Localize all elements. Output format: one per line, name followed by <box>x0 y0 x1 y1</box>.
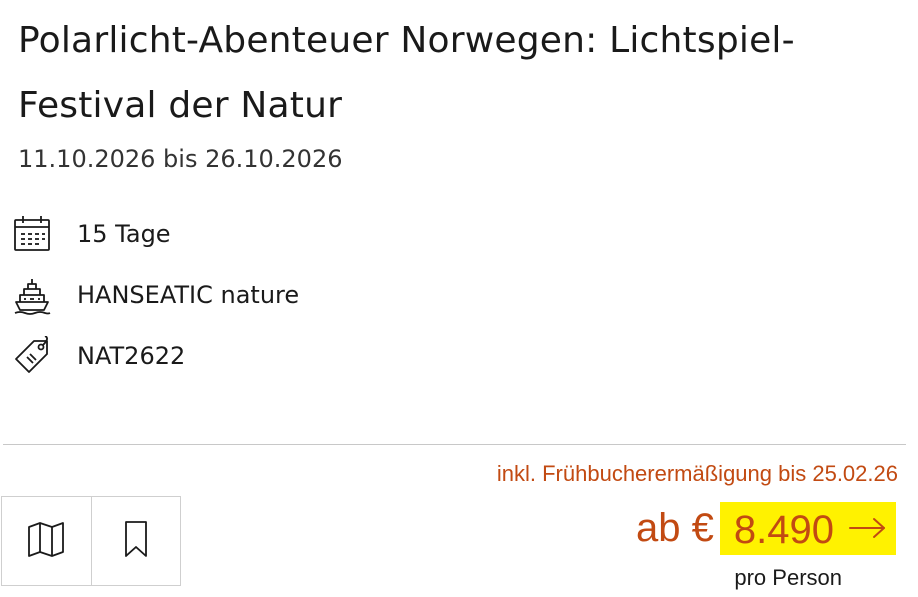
trip-title: Polarlicht-Abenteuer Norwegen: Lichtspie… <box>18 20 795 126</box>
arrow-right-icon <box>848 516 888 544</box>
bookmark-button[interactable] <box>90 497 180 585</box>
trip-code-label: NAT2622 <box>77 342 186 370</box>
bookmark-icon <box>121 519 151 563</box>
duration-label: 15 Tage <box>77 220 171 248</box>
trip-code-row: NAT2622 <box>10 334 185 378</box>
trip-dates: 11.10.2026 bis 26.10.2026 <box>18 145 343 173</box>
price-prefix: ab € <box>636 505 714 550</box>
duration-row: 15 Tage <box>10 212 171 256</box>
action-buttons <box>1 496 181 586</box>
price-highlight: 8.490 <box>719 501 896 555</box>
details-arrow-link[interactable] <box>848 516 888 544</box>
calendar-icon <box>10 212 54 256</box>
price-line[interactable]: ab € 8.490 <box>636 500 896 556</box>
price-amount: 8.490 <box>733 507 834 552</box>
ship-row: HANSEATIC nature <box>10 273 299 317</box>
per-person-label: pro Person <box>734 565 842 590</box>
map-button[interactable] <box>2 497 91 585</box>
ship-label: HANSEATIC nature <box>77 281 300 309</box>
early-booking-discount-note: inkl. Frühbucherermäßigung bis 25.02.26 <box>496 461 898 486</box>
ship-icon <box>10 273 54 317</box>
divider <box>3 444 906 445</box>
tag-icon <box>10 334 54 378</box>
map-icon <box>26 519 66 563</box>
